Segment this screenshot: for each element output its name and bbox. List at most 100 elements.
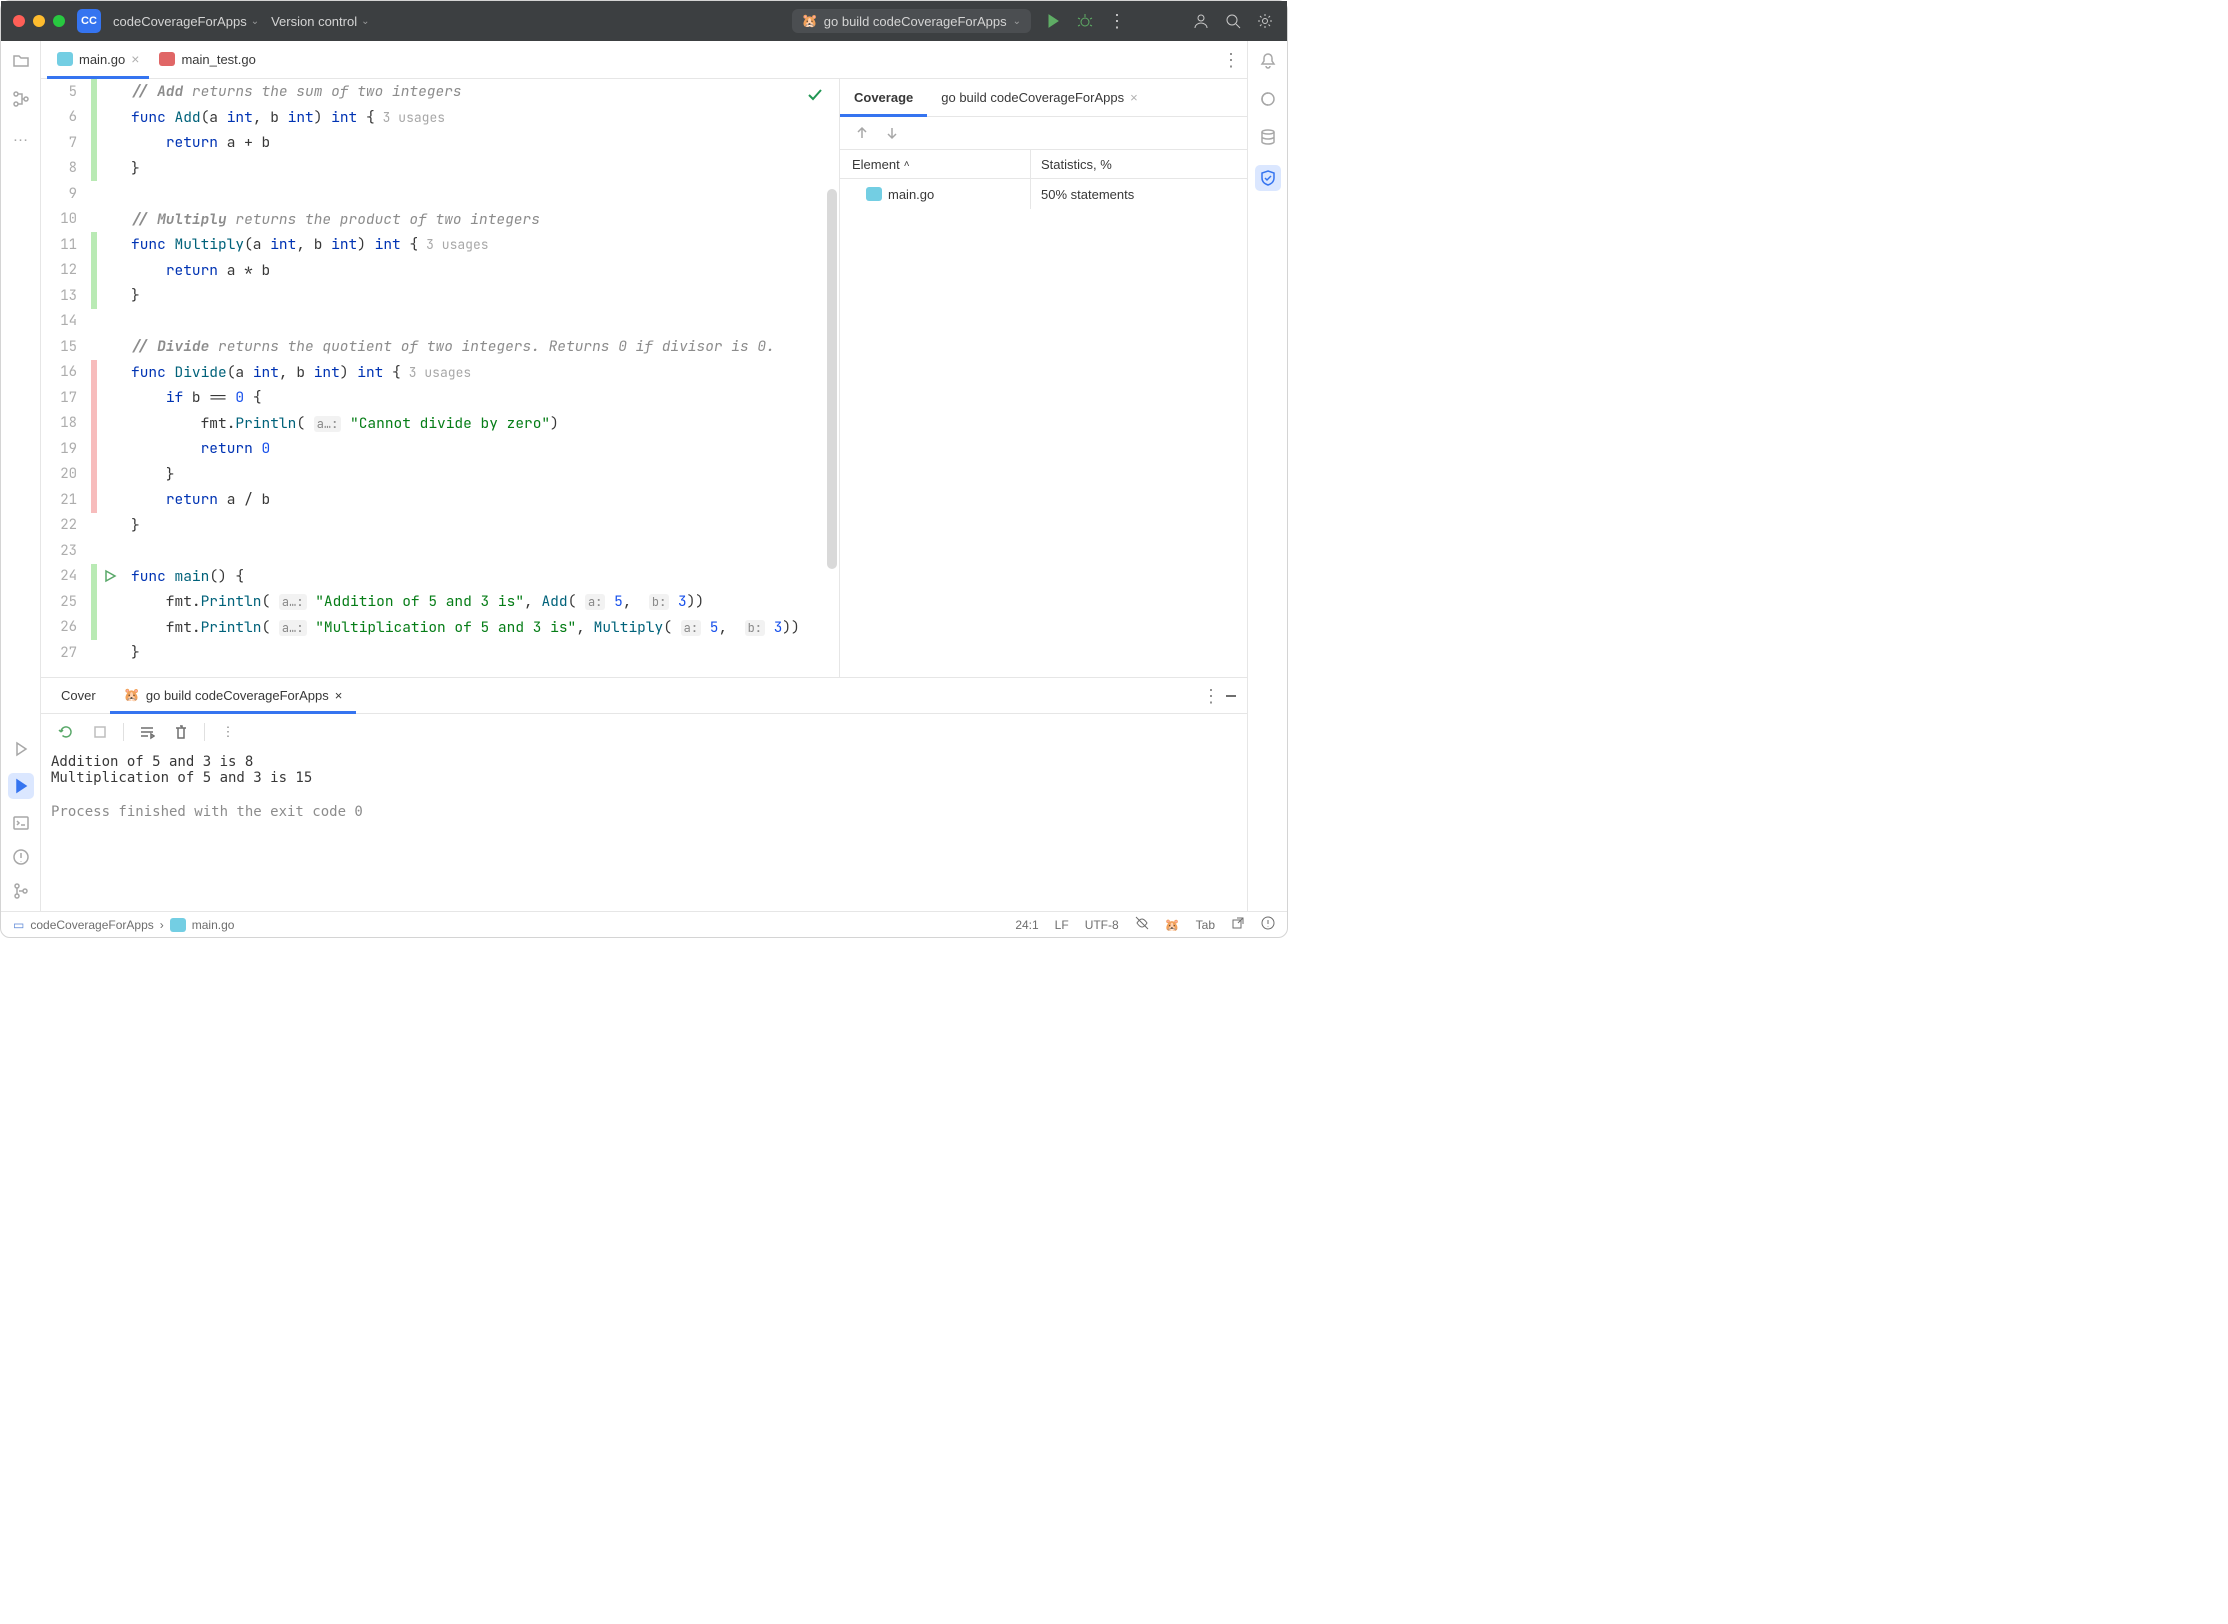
code-line[interactable]: 7 return a + b <box>41 130 839 156</box>
line-number: 18 <box>41 414 91 432</box>
code-line[interactable]: 22} <box>41 513 839 539</box>
editor-tab[interactable]: main.go× <box>47 42 149 79</box>
close-icon[interactable]: × <box>335 688 343 703</box>
git-tool-icon[interactable] <box>11 881 31 901</box>
minimize-window[interactable] <box>33 15 45 27</box>
code-text: fmt.Println( a…: "Addition of 5 and 3 is… <box>121 592 704 611</box>
code-line[interactable]: 16func Divide(a int, b int) int {3 usage… <box>41 360 839 386</box>
code-text: fmt.Println( a…: "Cannot divide by zero"… <box>121 414 559 433</box>
ai-assistant-icon[interactable] <box>1258 89 1278 109</box>
line-number: 10 <box>41 210 91 228</box>
problems-status-icon[interactable] <box>1261 916 1275 933</box>
code-text: // Multiply returns the product of two i… <box>121 210 540 229</box>
go-test-file-icon <box>159 52 175 66</box>
breadcrumb[interactable]: ▭ codeCoverageForApps › main.go <box>13 918 234 932</box>
rerun-button[interactable] <box>55 721 77 743</box>
soft-wrap-button[interactable] <box>136 721 158 743</box>
code-line[interactable]: 15// Divide returns the quotient of two … <box>41 334 839 360</box>
code-line[interactable]: 26 fmt.Println( a…: "Multiplication of 5… <box>41 615 839 641</box>
settings-icon[interactable] <box>1255 11 1275 31</box>
go-plugin-icon[interactable]: 🐹 <box>1165 918 1180 932</box>
code-line[interactable]: 17 if b == 0 { <box>41 385 839 411</box>
code-line[interactable]: 23 <box>41 538 839 564</box>
structure-tool-icon[interactable] <box>11 89 31 109</box>
code-line[interactable]: 20 } <box>41 462 839 488</box>
stop-button[interactable] <box>89 721 111 743</box>
code-line[interactable]: 10 // Multiply returns the product of two… <box>41 207 839 233</box>
run-gutter-icon[interactable] <box>99 569 121 583</box>
code-line[interactable]: 13} <box>41 283 839 309</box>
code-line[interactable]: 18 fmt.Println( a…: "Cannot divide by ze… <box>41 411 839 437</box>
more-tools-icon[interactable]: … <box>11 127 31 147</box>
line-number: 11 <box>41 236 91 254</box>
close-icon[interactable]: × <box>131 51 139 67</box>
search-icon[interactable] <box>1223 11 1243 31</box>
code-line[interactable]: 6func Add(a int, b int) int {3 usages <box>41 105 839 131</box>
code-with-me-icon[interactable] <box>1191 11 1211 31</box>
coverage-row[interactable]: main.go50% statements <box>840 179 1247 209</box>
vcs-menu[interactable]: Version control ⌄ <box>271 14 369 29</box>
code-line[interactable]: 21 return a / b <box>41 487 839 513</box>
usages-hint[interactable]: 3 usages <box>426 236 488 253</box>
line-separator[interactable]: LF <box>1055 918 1069 932</box>
tab-label: main_test.go <box>181 52 255 67</box>
editor-scrollbar[interactable] <box>827 189 837 569</box>
coverage-tool-icon[interactable] <box>1255 165 1281 191</box>
code-line[interactable]: 25 fmt.Println( a…: "Addition of 5 and 3… <box>41 589 839 615</box>
hide-panel-icon[interactable] <box>1221 686 1241 706</box>
coverage-col-stats[interactable]: Statistics, % <box>1030 150 1247 178</box>
toolbar-more[interactable]: ⋮ <box>217 721 239 743</box>
code-line[interactable]: 19 return 0 <box>41 436 839 462</box>
console-output[interactable]: Addition of 5 and 3 is 8Multiplication o… <box>41 750 1247 911</box>
project-menu[interactable]: codeCoverageForApps ⌄ <box>113 14 259 29</box>
problems-tool-icon[interactable] <box>11 847 31 867</box>
chevron-down-icon: ⌄ <box>361 16 369 27</box>
code-line[interactable]: 8} <box>41 156 839 182</box>
collapse-icon[interactable] <box>852 123 872 143</box>
run-panel-more[interactable]: ⋮ <box>1201 686 1221 706</box>
editor-tabs-more[interactable]: ⋮ <box>1221 50 1241 70</box>
code-editor[interactable]: 5// Add returns the sum of two integers6… <box>41 79 839 677</box>
project-tool-icon[interactable] <box>11 51 31 71</box>
code-line[interactable]: 5// Add returns the sum of two integers <box>41 79 839 105</box>
code-line[interactable]: 12 return a * b <box>41 258 839 284</box>
line-number: 20 <box>41 465 91 483</box>
close-icon[interactable]: × <box>1130 90 1138 105</box>
editor-tab[interactable]: main_test.go <box>149 42 265 79</box>
debug-button[interactable] <box>1075 11 1095 31</box>
coverage-config-tab[interactable]: go build codeCoverageForApps × <box>927 80 1151 117</box>
indent-label[interactable]: Tab <box>1196 918 1215 932</box>
run-tab-config[interactable]: 🐹 go build codeCoverageForApps × <box>110 679 357 714</box>
line-number: 12 <box>41 261 91 279</box>
code-line[interactable]: 24func main() { <box>41 564 839 590</box>
run-tab-cover[interactable]: Cover <box>47 679 110 714</box>
readonly-icon[interactable] <box>1135 916 1149 933</box>
editor-tabs: main.go× main_test.go ⋮ <box>41 41 1247 79</box>
file-encoding[interactable]: UTF-8 <box>1085 918 1119 932</box>
expand-icon[interactable] <box>882 123 902 143</box>
run-button[interactable] <box>1043 11 1063 31</box>
coverage-tab[interactable]: Coverage <box>840 80 927 117</box>
code-line[interactable]: 14 <box>41 309 839 335</box>
open-in-icon[interactable] <box>1231 916 1245 933</box>
run-tool-icon[interactable] <box>11 739 31 759</box>
usages-hint[interactable]: 3 usages <box>409 364 471 381</box>
more-actions[interactable]: ⋮ <box>1107 11 1127 31</box>
code-line[interactable]: 9 <box>41 181 839 207</box>
delete-button[interactable] <box>170 721 192 743</box>
inspection-status-icon[interactable] <box>807 87 823 106</box>
code-text: } <box>121 465 175 484</box>
close-window[interactable] <box>13 15 25 27</box>
code-line[interactable]: 27} <box>41 640 839 666</box>
code-line[interactable]: 11func Multiply(a int, b int) int {3 usa… <box>41 232 839 258</box>
coverage-col-element[interactable]: Element ˄ <box>840 157 1030 172</box>
database-icon[interactable] <box>1258 127 1278 147</box>
coverage-run-tool-icon[interactable] <box>8 773 34 799</box>
run-config-selector[interactable]: 🐹 go build codeCoverageForApps ⌄ <box>792 9 1031 33</box>
usages-hint[interactable]: 3 usages <box>383 109 445 126</box>
terminal-tool-icon[interactable] <box>11 813 31 833</box>
titlebar: CC codeCoverageForApps ⌄ Version control… <box>1 1 1287 41</box>
caret-position[interactable]: 24:1 <box>1015 918 1038 932</box>
zoom-window[interactable] <box>53 15 65 27</box>
notifications-icon[interactable] <box>1258 51 1278 71</box>
